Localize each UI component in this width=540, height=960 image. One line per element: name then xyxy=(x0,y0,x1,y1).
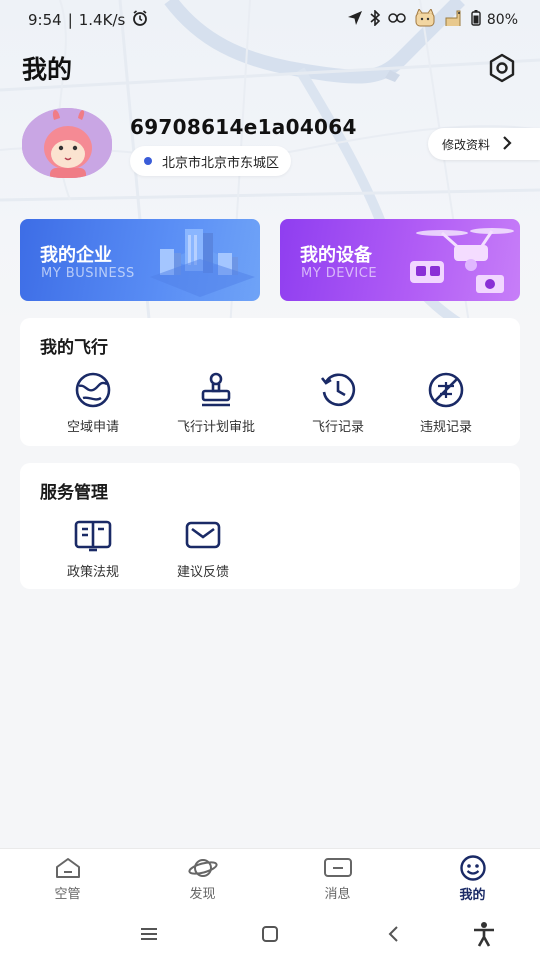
planet-icon xyxy=(187,859,218,877)
my-device-card[interactable]: 我的设备 MY DEVICE xyxy=(280,219,520,301)
location-pill: 北京市北京市东城区 xyxy=(130,146,292,176)
tab-discover-label: 发现 xyxy=(189,887,216,902)
settings-button[interactable] xyxy=(484,50,520,86)
smile-icon xyxy=(459,855,486,881)
flight-plan-approval-label: 飞行计划审批 xyxy=(176,420,255,435)
airspace-application-label: 空域申请 xyxy=(66,420,119,435)
drone-devices-icon xyxy=(410,228,514,293)
status-right: 80% xyxy=(347,7,518,31)
home-button[interactable] xyxy=(256,920,284,948)
tab-mine[interactable]: 我的 xyxy=(405,849,540,909)
tab-air-control-label: 空管 xyxy=(54,887,81,902)
globe-icon xyxy=(71,370,115,410)
flight-plan-approval-item[interactable]: 飞行计划审批 xyxy=(156,370,276,440)
status-bar: 9:54 | 1.4K/s 80% xyxy=(0,0,540,40)
tab-mine-label: 我的 xyxy=(459,888,486,903)
mail-icon xyxy=(181,515,225,555)
city-buildings-icon xyxy=(150,229,255,297)
history-clock-icon xyxy=(316,370,360,410)
system-navigation-bar xyxy=(0,908,540,960)
open-book-icon xyxy=(71,515,115,555)
llama-notification-icon xyxy=(443,9,465,31)
message-icon xyxy=(323,858,352,877)
menu-lines-icon xyxy=(141,928,157,940)
location-dot-icon xyxy=(144,157,152,165)
tab-messages[interactable]: 消息 xyxy=(270,849,405,909)
accessibility-button[interactable] xyxy=(470,920,498,948)
feedback-label: 建议反馈 xyxy=(176,565,229,580)
accessibility-icon xyxy=(474,922,494,947)
banner-device-subtitle: MY DEVICE xyxy=(301,266,378,281)
user-id: 69708614e1a04064 xyxy=(130,115,357,139)
hexagon-gear-icon xyxy=(489,53,515,83)
banner-device-title: 我的设备 xyxy=(300,245,372,266)
home-icon xyxy=(55,858,80,878)
status-time: 9:54 xyxy=(28,11,62,29)
location-text: 北京市北京市东城区 xyxy=(162,155,280,171)
battery-icon xyxy=(471,10,481,30)
alarm-icon xyxy=(131,9,149,31)
page-title: 我的 xyxy=(22,55,73,84)
status-divider: | xyxy=(67,11,73,29)
stamp-icon xyxy=(194,370,238,410)
back-chevron-icon xyxy=(388,926,398,942)
my-business-card[interactable]: 我的企业 MY BUSINESS xyxy=(20,219,260,301)
tab-air-control[interactable]: 空管 xyxy=(0,849,135,909)
banner-business-title: 我的企业 xyxy=(40,245,112,266)
policy-regulations-label: 政策法规 xyxy=(66,565,119,580)
feedback-item[interactable]: 建议反馈 xyxy=(143,515,263,585)
recent-apps-button[interactable] xyxy=(135,920,163,948)
battery-percent: 80% xyxy=(486,12,518,28)
airspace-application-item[interactable]: 空域申请 xyxy=(33,370,153,440)
policy-regulations-item[interactable]: 政策法规 xyxy=(33,515,153,585)
banner-business-subtitle: MY BUSINESS xyxy=(41,266,135,281)
edit-profile-label: 修改资料 xyxy=(442,137,491,152)
service-section-title: 服务管理 xyxy=(40,483,108,503)
service-management-card: 服务管理 政策法规 建议反馈 xyxy=(20,463,520,589)
bottom-tab-bar: 空管 发现 消息 我的 xyxy=(0,848,540,908)
no-drone-icon xyxy=(424,370,468,410)
flight-section-title: 我的飞行 xyxy=(40,338,108,358)
bluetooth-icon xyxy=(369,9,381,30)
tab-discover[interactable]: 发现 xyxy=(135,849,270,909)
home-square-icon xyxy=(262,926,278,942)
my-flight-card: 我的飞行 空域申请 飞行计划审批 飞行记录 违规记录 xyxy=(20,318,520,446)
flight-record-label: 飞行记录 xyxy=(311,420,364,435)
violation-record-label: 违规记录 xyxy=(419,420,472,435)
status-left: 9:54 | 1.4K/s xyxy=(28,9,149,31)
tab-messages-label: 消息 xyxy=(324,887,351,902)
avatar[interactable] xyxy=(22,108,112,178)
location-arrow-icon xyxy=(347,10,363,30)
app-notification-icon xyxy=(387,10,407,30)
edit-profile-button[interactable]: 修改资料 xyxy=(428,128,540,160)
chevron-right-icon xyxy=(502,135,512,153)
status-network-speed: 1.4K/s xyxy=(78,11,126,29)
violation-record-item[interactable]: 违规记录 xyxy=(386,370,506,440)
cat-notification-icon xyxy=(413,7,437,31)
back-button[interactable] xyxy=(380,920,408,948)
flight-record-item[interactable]: 飞行记录 xyxy=(278,370,398,440)
